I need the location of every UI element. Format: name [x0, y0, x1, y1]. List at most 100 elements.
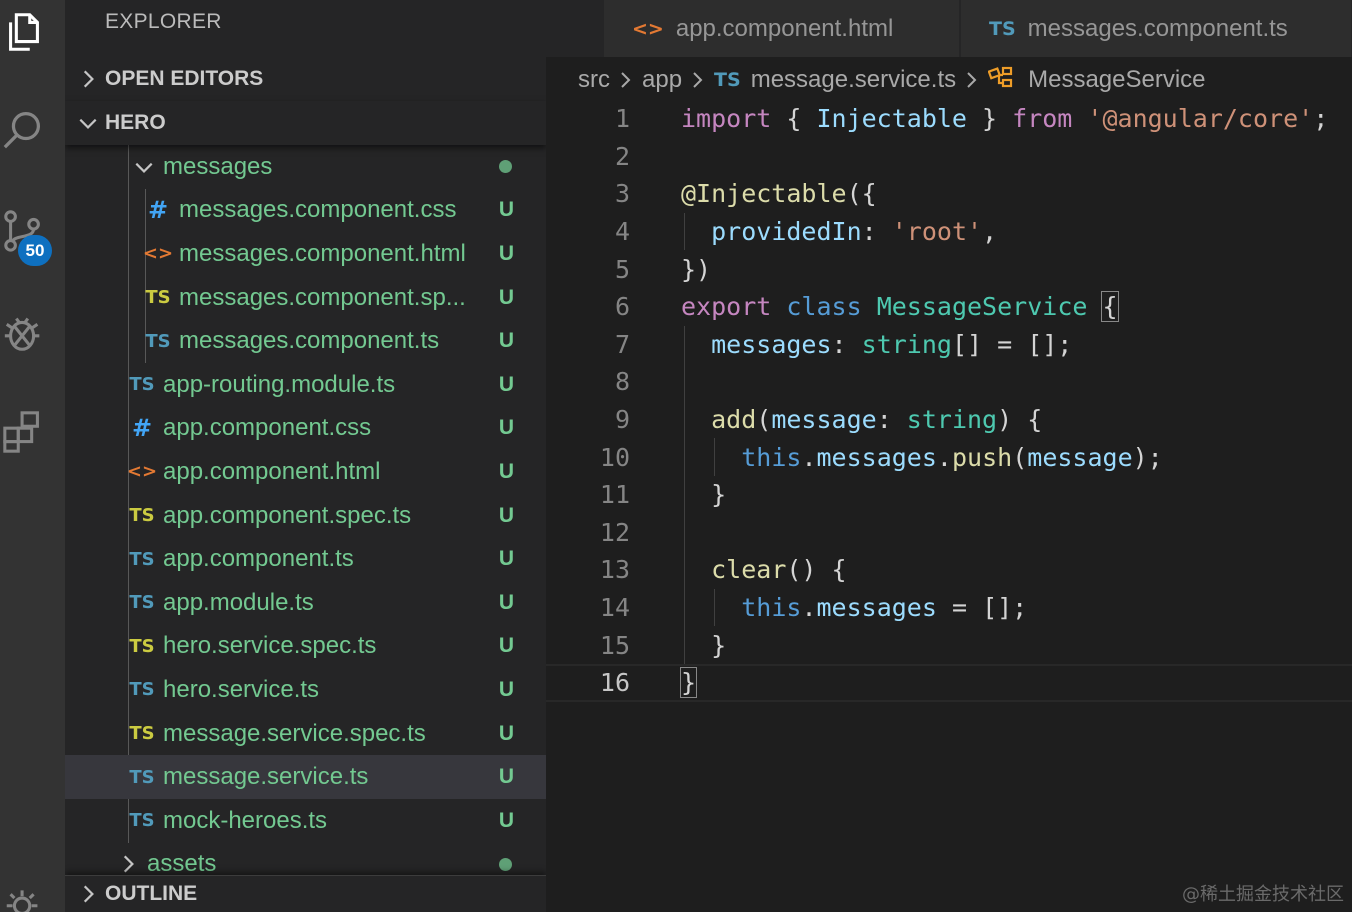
tree-file[interactable]: TS messages.component.sp... U [65, 276, 546, 320]
code-line[interactable]: 14 this.messages = []; [546, 589, 1352, 627]
tree-file[interactable]: # messages.component.css U [65, 189, 546, 233]
git-untracked-badge: U [498, 241, 514, 265]
code-line[interactable]: 3 @Injectable({ [546, 175, 1352, 213]
tree-file[interactable]: TS app.module.ts U [65, 581, 546, 625]
line-number: 4 [614, 217, 630, 247]
code-line[interactable]: 2 [546, 138, 1352, 176]
tree-file[interactable]: TS hero.service.ts U [65, 668, 546, 712]
tree-file[interactable]: TS messages.component.ts U [65, 319, 546, 363]
tree-item-label: app.component.ts [163, 545, 354, 573]
tree-file[interactable]: # app.component.css U [65, 407, 546, 451]
outline-section[interactable]: OUTLINE [65, 875, 546, 912]
git-untracked-badge: U [498, 285, 514, 309]
code-token: messages [816, 593, 937, 623]
code-line[interactable]: 10 this.messages.push(message); [546, 438, 1352, 476]
tree-file[interactable]: TS message.service.spec.ts U [65, 712, 546, 756]
code-line[interactable]: 7 messages: string[] = []; [546, 326, 1352, 364]
breadcrumb-symbol[interactable]: MessageService [1028, 66, 1205, 94]
tree-item-label: messages.component.html [179, 239, 466, 267]
tree-file[interactable]: TS app.component.spec.ts U [65, 494, 546, 538]
line-number: 16 [599, 668, 630, 698]
editor-area: <> app.component.html TS messages.compon… [546, 0, 1352, 912]
code-line[interactable]: 4 providedIn: 'root', [546, 213, 1352, 251]
git-untracked-badge: U [498, 677, 514, 701]
breadcrumb-src[interactable]: src [578, 66, 610, 94]
code-text: } [679, 667, 698, 699]
tree-file[interactable]: <> app.component.html U [65, 450, 546, 494]
tree-file[interactable]: TS app.component.ts U [65, 537, 546, 581]
line-number: 13 [599, 555, 630, 585]
code-token: this [741, 442, 802, 472]
code-text: } [681, 480, 726, 509]
code-line[interactable]: 12 [546, 514, 1352, 552]
tree-file[interactable]: TS message.service.ts U [65, 755, 546, 799]
code-token: : [861, 217, 892, 247]
git-untracked-badge: U [498, 372, 514, 396]
code-token: providedIn [711, 217, 862, 247]
line-number: 7 [614, 329, 630, 359]
tree-file[interactable]: TS hero.service.spec.ts U [65, 625, 546, 669]
search-icon[interactable] [0, 98, 48, 158]
settings-gear-icon[interactable] [0, 870, 48, 912]
tab-label: messages.component.ts [1027, 14, 1288, 42]
chevron-right-icon [962, 70, 982, 90]
files-icon[interactable] [0, 2, 48, 62]
tree-item-label: hero.service.spec.ts [163, 632, 377, 660]
code-token: () { [786, 555, 847, 585]
ts-file-icon: TS [129, 766, 155, 788]
code-token: ; [1313, 104, 1329, 134]
outline-label: OUTLINE [105, 882, 198, 905]
code-line[interactable]: 13 clear() { [546, 551, 1352, 589]
code-token: . [801, 442, 817, 472]
tab-app-component-html[interactable]: <> app.component.html [604, 0, 960, 57]
tree-item-label: app.module.ts [163, 588, 314, 616]
tree-item-label: app.component.html [163, 457, 381, 485]
tree-item-label: messages.component.sp... [179, 283, 466, 311]
project-label: HERO [105, 111, 166, 134]
chevron-down-icon [129, 156, 159, 178]
tree-file[interactable]: <> messages.component.html U [65, 232, 546, 276]
code-token: ({ [846, 179, 877, 209]
git-untracked-badge: U [498, 459, 514, 483]
ts-file-icon: TS [145, 330, 171, 352]
html-file-icon: <> [142, 243, 174, 265]
ts-file-icon: TS [989, 17, 1016, 40]
tree-folder[interactable]: messages [65, 145, 546, 189]
tab-bar: <> app.component.html TS messages.compon… [546, 0, 1352, 57]
code-line[interactable]: 1 import { Injectable } from '@angular/co… [546, 100, 1352, 138]
line-number: 6 [614, 292, 630, 322]
tab-messages-component-ts[interactable]: TS messages.component.ts [961, 0, 1352, 57]
code-line[interactable]: 5}) [546, 250, 1352, 288]
code-line[interactable]: 9 add(message: string) { [546, 401, 1352, 439]
activity-bar: 50 [0, 0, 65, 912]
ts-spec-file-icon: TS [129, 723, 155, 745]
code-text: @Injectable({ [681, 179, 877, 208]
extensions-icon[interactable] [0, 402, 48, 462]
ts-file-icon: TS [129, 374, 155, 396]
code-text: import { Injectable } from '@angular/cor… [681, 104, 1328, 133]
git-untracked-badge: U [498, 721, 514, 745]
code-token: class [786, 292, 862, 322]
line-number: 14 [599, 593, 630, 623]
code-token: from [1012, 104, 1073, 134]
code-token: } [679, 667, 698, 699]
open-editors-section[interactable]: OPEN EDITORS [65, 57, 546, 101]
code-line[interactable]: 6 export class MessageService { [546, 288, 1352, 326]
tree-file[interactable]: TS app-routing.module.ts U [65, 363, 546, 407]
code-line[interactable]: 15 } [546, 626, 1352, 664]
code-line[interactable]: 16} [546, 664, 1352, 702]
code-line[interactable]: 11 } [546, 476, 1352, 514]
breadcrumb-file[interactable]: message.service.ts [751, 66, 956, 94]
breadcrumb-app[interactable]: app [642, 66, 682, 94]
code-line[interactable]: 8 [546, 363, 1352, 401]
debug-icon[interactable] [0, 302, 48, 362]
tree-file[interactable]: TS mock-heroes.ts U [65, 799, 546, 843]
hero-project-section[interactable]: HERO [65, 101, 546, 145]
code-token: }) [681, 254, 712, 284]
